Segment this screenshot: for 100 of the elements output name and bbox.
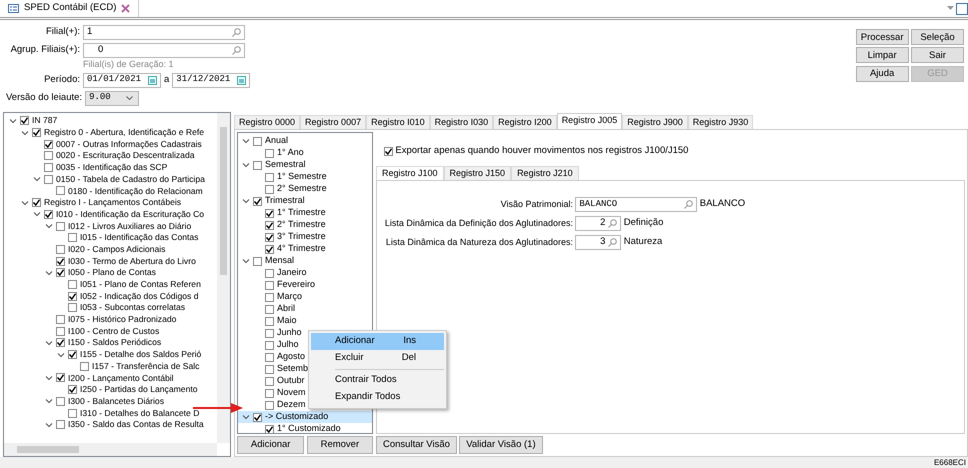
chevron-down-icon[interactable] [45,397,53,406]
menu-item[interactable]: Expandir Todos [311,389,444,406]
tree-item-label[interactable]: Junho [277,326,302,340]
chevron-down-icon[interactable] [45,420,53,429]
tree-row[interactable]: 2° Trimestre [238,219,372,231]
tree-row[interactable]: Semestral [238,159,372,171]
input-field[interactable]: BALANCO [575,197,698,212]
tab[interactable]: Registro 0000 [234,115,300,129]
tree-item-label[interactable]: 2° Semestre [277,182,327,196]
tree-item-label[interactable]: Anual [265,134,288,148]
chevron-down-icon[interactable] [45,374,53,382]
tree-row[interactable]: 4° Trimestre [238,243,372,255]
checkbox[interactable] [56,244,65,254]
checkbox[interactable] [265,220,274,230]
view-button[interactable]: Consultar Visão [376,436,457,454]
tree-item-label[interactable]: Outubr [277,374,305,388]
checkbox[interactable] [265,340,274,350]
checkbox[interactable] [265,316,274,326]
tree-item-label[interactable]: 1° Ano [277,146,304,160]
date-field[interactable]: 01/01/2021 [83,72,161,88]
tree-item-label[interactable]: I030 - Termo de Abertura do Livro [68,254,196,268]
action-button[interactable]: Seleção [911,29,964,45]
checkbox[interactable] [56,326,65,336]
tree-item-label[interactable]: I052 - Indicação dos Códigos d [80,290,198,303]
input-field[interactable]: 0 [83,42,245,58]
version-dropdown[interactable]: 9.00 [85,90,140,106]
tree-row[interactable]: 2° Semestre [238,183,372,195]
tab[interactable]: Registro J930 [688,115,754,129]
checkbox[interactable] [265,424,274,433]
tree-row[interactable]: Trimestral [238,195,372,207]
window-tab[interactable]: SPED Contábil (ECD) [0,0,140,17]
checkbox[interactable] [265,184,274,194]
checkbox[interactable] [265,328,274,338]
action-button[interactable]: Limpar [856,47,909,64]
checkbox[interactable] [265,388,274,398]
tree-item-label[interactable]: 0007 - Outras Informações Cadastrais [56,138,202,151]
checkbox[interactable] [253,412,262,422]
tree-item-label[interactable]: I020 - Campos Adicionais [68,242,166,256]
tree-item-label[interactable]: I012 - Livros Auxiliares ao Diário [68,220,192,232]
period-button[interactable]: Remover [306,436,373,454]
checkbox[interactable] [44,163,53,172]
tree-row[interactable]: 1° Semestre [238,171,372,183]
tree-item-label[interactable]: I310 - Detalhes do Balancete D [80,406,200,420]
checkbox[interactable] [68,280,77,289]
checkbox[interactable] [265,352,274,362]
checkbox[interactable] [68,350,77,360]
checkbox[interactable] [384,146,393,156]
checkbox[interactable] [265,232,274,242]
tree-item-label[interactable]: I053 - Subcontas correlatas [80,301,186,314]
tree-item-label[interactable]: I200 - Lançamento Contábil [68,372,174,384]
tree-row[interactable]: Abril [238,303,372,315]
tree-row[interactable]: 1° Trimestre [238,207,372,219]
checkbox[interactable] [265,172,274,182]
menu-item[interactable]: Contrair Todos [311,372,444,389]
tree-row[interactable]: 1° Customizado [238,423,372,433]
checkbox[interactable] [56,338,65,348]
tree-row[interactable]: -> Customizado [238,411,372,423]
tree-item-label[interactable]: 1° Customizado [277,422,341,433]
tree-row[interactable]: 1° Ano [238,147,372,159]
tree-item-label[interactable]: IN 787 [32,114,58,128]
checkbox[interactable] [44,151,53,160]
chevron-down-icon[interactable] [242,161,250,169]
checkbox[interactable] [56,315,65,324]
scrollbar[interactable] [217,113,230,443]
checkbox[interactable] [265,292,274,302]
tree-item-label[interactable]: I150 - Saldos Periódicos [68,336,162,350]
checkbox[interactable] [253,196,262,206]
tree-item-label[interactable]: 0035 - Identificação das SCP [56,161,168,174]
tree-item-label[interactable]: Fevereiro [277,278,316,292]
tree-item-label[interactable]: 0020 - Escrituração Descentralizada [56,149,195,162]
date-field[interactable]: 31/12/2021 [172,72,250,88]
tree-item-label[interactable]: Semestral [265,158,306,172]
tab[interactable]: Registro J150 [444,166,512,180]
checkbox[interactable] [80,362,89,371]
checkbox[interactable] [265,400,274,410]
tree-row[interactable]: Fevereiro [238,279,372,291]
tree-item-label[interactable]: Dezem [277,398,306,412]
tab[interactable]: Registro I200 [493,115,557,129]
tree-item-label[interactable]: I300 - Balancetes Diários [68,394,164,408]
checkbox[interactable] [253,136,262,146]
checkbox[interactable] [265,304,274,314]
checkbox[interactable] [56,373,65,382]
tree-item-label[interactable]: 3° Trimestre [277,230,326,244]
tree-item-label[interactable]: 1° Semestre [277,170,327,184]
tab[interactable]: Registro J100 [376,166,444,180]
checkbox[interactable] [68,303,77,312]
tree-row[interactable]: Maio [238,315,372,327]
checkbox[interactable] [56,396,65,406]
chevron-down-icon[interactable] [242,257,250,265]
checkbox[interactable] [265,280,274,290]
tree-item-label[interactable]: 0180 - Identificação do Relacionam [68,184,203,198]
tree-item-label[interactable]: I155 - Detalhe dos Saldos Perió [80,348,202,362]
checkbox[interactable] [32,128,41,138]
checkbox[interactable] [265,244,274,254]
action-button[interactable]: Processar [856,29,909,45]
tree-row[interactable]: 3° Trimestre [238,231,372,243]
checkbox[interactable] [253,256,262,266]
chevron-down-icon[interactable] [242,413,250,421]
chevron-down-icon[interactable] [21,128,29,137]
tree-row[interactable]: Março [238,291,372,303]
